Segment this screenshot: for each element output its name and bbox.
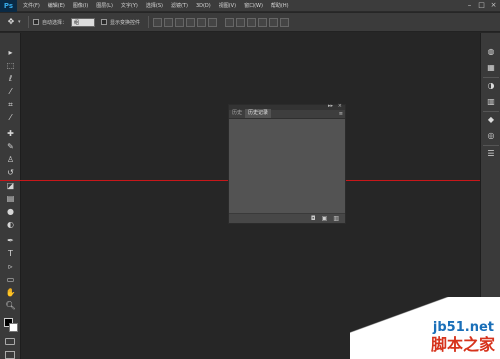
show-transform-checkbox[interactable] — [101, 19, 108, 25]
move-tool-icon[interactable]: ✥ — [4, 16, 18, 28]
align-bottom-button[interactable] — [175, 17, 185, 27]
auto-select-label: 自动选择： — [42, 19, 68, 26]
close-button[interactable]: × — [489, 1, 498, 10]
clone-stamp-icon[interactable]: ♙ — [4, 154, 17, 165]
dodge-tool-icon[interactable]: ◐ — [4, 219, 17, 230]
window-controls: – □ × — [465, 1, 498, 10]
eraser-tool-icon[interactable]: ◪ — [4, 180, 17, 191]
panel-close-icon[interactable]: × — [338, 103, 342, 109]
menu-3d[interactable]: 3D(D) — [196, 3, 211, 9]
panel-menu-icon[interactable]: ≡ — [339, 111, 343, 117]
history-panel-icon[interactable]: ☰ — [485, 149, 497, 159]
layers-panel-icon[interactable]: ◆ — [485, 115, 497, 125]
hand-tool-icon[interactable]: ✋ — [4, 287, 17, 298]
blur-tool-icon[interactable]: ● — [4, 206, 17, 217]
menu-layer[interactable]: 图层(L) — [96, 2, 113, 9]
align-top-button[interactable] — [153, 17, 163, 27]
align-vcenter-button[interactable] — [164, 17, 174, 27]
crop-tool-icon[interactable]: ⌗ — [4, 99, 17, 110]
menu-bar: Ps 文件(F) 编辑(E) 图像(I) 图层(L) 文字(Y) 选择(S) 滤… — [0, 0, 500, 12]
background-color-swatch[interactable] — [9, 323, 18, 332]
pen-tool-icon[interactable]: ✒ — [4, 235, 17, 246]
tab-history[interactable]: 历史记录 — [245, 109, 272, 118]
gradient-tool-icon[interactable]: ▤ — [4, 193, 17, 204]
distribute-top-button[interactable] — [225, 17, 235, 27]
show-transform-label: 显示变换控件 — [110, 19, 141, 26]
minimize-button[interactable]: – — [465, 1, 474, 10]
photoshop-window: Ps 文件(F) 编辑(E) 图像(I) 图层(L) 文字(Y) 选择(S) 滤… — [0, 0, 500, 359]
type-tool-icon[interactable]: T — [4, 248, 17, 259]
panel-tabs: 历史 历史记录 ≡ — [229, 109, 345, 119]
new-snapshot-icon[interactable]: ◘ — [311, 215, 316, 222]
tool-preset-dropdown-icon[interactable]: ▾ — [18, 19, 24, 25]
menu-filter[interactable]: 滤镜(T) — [171, 2, 188, 9]
history-brush-icon[interactable]: ↺ — [4, 167, 17, 178]
auto-select-checkbox[interactable] — [33, 19, 39, 25]
align-hcenter-button[interactable] — [197, 17, 207, 27]
history-panel: ▸▸ × 历史 历史记录 ≡ ◘ ▣ ▥ — [228, 103, 346, 224]
menu-image[interactable]: 图像(I) — [73, 2, 88, 9]
menu-type[interactable]: 文字(Y) — [121, 2, 138, 9]
divider — [148, 16, 150, 28]
align-right-button[interactable] — [208, 17, 218, 27]
marquee-tool-icon[interactable]: ⬚ — [4, 60, 17, 71]
swatches-panel-icon[interactable]: ▦ — [485, 63, 497, 73]
app-logo: Ps — [0, 0, 17, 12]
watermark-text: 脚本之家 — [430, 335, 495, 354]
options-bar: ✥ ▾ 自动选择： 组 显示变换控件 — [0, 13, 500, 32]
screen-mode-icon[interactable] — [5, 351, 15, 359]
menu-items: 文件(F) 编辑(E) 图像(I) 图层(L) 文字(Y) 选择(S) 滤镜(T… — [23, 2, 297, 10]
channels-panel-icon[interactable]: ◎ — [485, 131, 497, 141]
tab-history-short[interactable]: 历史 — [229, 109, 245, 118]
history-list[interactable] — [229, 119, 345, 213]
watermark: jb51.net 脚本之家 — [350, 297, 500, 359]
new-document-icon[interactable]: ▣ — [322, 215, 328, 222]
eyedropper-tool-icon[interactable]: ⁄ — [4, 112, 17, 123]
healing-brush-icon[interactable]: ✚ — [4, 128, 17, 139]
quick-select-tool-icon[interactable]: ⁄ — [4, 86, 17, 97]
menu-window[interactable]: 窗口(W) — [244, 2, 263, 9]
adjustments-panel-icon[interactable]: ◑ — [485, 81, 497, 91]
distribute-hcenter-button[interactable] — [269, 17, 279, 27]
menu-help[interactable]: 帮助(H) — [271, 2, 289, 9]
collapse-icon[interactable]: ▸▸ — [328, 103, 333, 109]
distribute-vcenter-button[interactable] — [236, 17, 246, 27]
distribute-left-button[interactable] — [258, 17, 268, 27]
move-tool-icon[interactable]: ▸ — [4, 47, 17, 58]
menu-view[interactable]: 视图(V) — [219, 2, 236, 9]
brush-tool-icon[interactable]: ✎ — [4, 141, 17, 152]
zoom-tool-icon[interactable]: 🔍︎ — [4, 300, 17, 311]
quick-mask-icon[interactable] — [5, 338, 15, 345]
tools-panel: ▸ ⬚ ℓ ⁄ ⌗ ⁄ ✚ ✎ ♙ ↺ ◪ ▤ ● ◐ ✒ T ▹ ▭ ✋ 🔍︎ — [0, 33, 21, 359]
panel-footer: ◘ ▣ ▥ — [229, 213, 345, 223]
shape-tool-icon[interactable]: ▭ — [4, 274, 17, 285]
trash-icon[interactable]: ▥ — [333, 215, 339, 222]
lasso-tool-icon[interactable]: ℓ — [4, 73, 17, 84]
distribute-right-button[interactable] — [280, 17, 290, 27]
divider — [28, 16, 29, 28]
align-left-button[interactable] — [186, 17, 196, 27]
color-panel-icon[interactable]: ◍ — [485, 47, 497, 57]
styles-panel-icon[interactable]: ▥ — [485, 97, 497, 107]
menu-select[interactable]: 选择(S) — [146, 2, 163, 9]
maximize-button[interactable]: □ — [477, 1, 486, 10]
menu-file[interactable]: 文件(F) — [23, 2, 40, 9]
menu-edit[interactable]: 编辑(E) — [48, 2, 65, 9]
distribute-bottom-button[interactable] — [247, 17, 257, 27]
auto-select-dropdown[interactable]: 组 — [71, 17, 96, 27]
path-select-tool-icon[interactable]: ▹ — [4, 261, 17, 272]
